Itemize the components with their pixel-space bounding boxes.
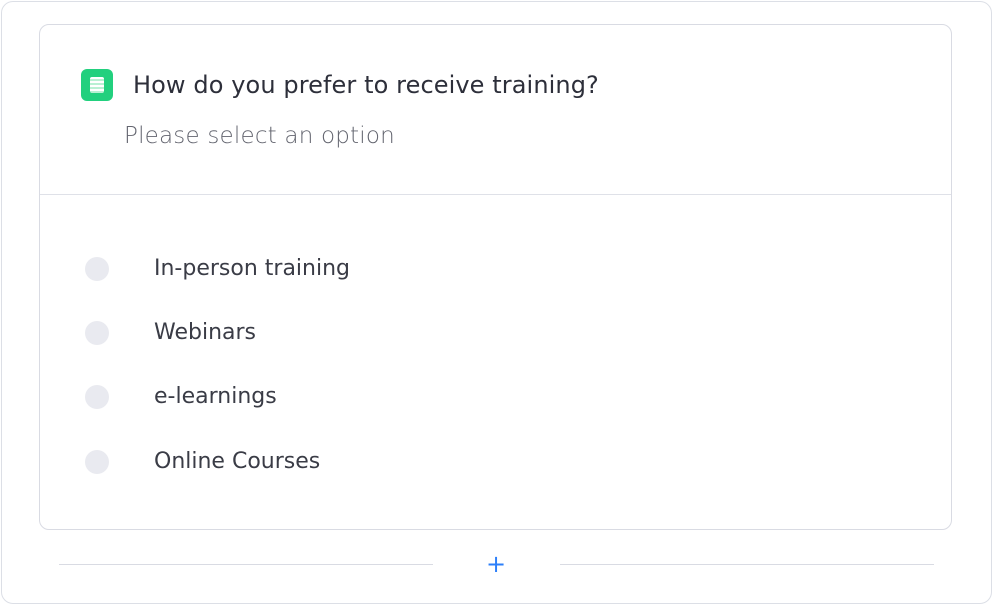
option-e-learnings[interactable]: e-learnings <box>40 375 951 419</box>
question-card[interactable]: How do you prefer to receive training? P… <box>39 24 952 530</box>
radio-button[interactable] <box>85 450 109 474</box>
option-label: Online Courses <box>154 449 321 474</box>
divider-left <box>59 564 433 565</box>
divider-right <box>560 564 934 565</box>
question-header: How do you prefer to receive training? P… <box>40 25 951 195</box>
option-label: In-person training <box>154 256 351 281</box>
option-label: e-learnings <box>154 384 277 409</box>
question-subtitle[interactable]: Please select an option <box>124 119 395 153</box>
option-online-courses[interactable]: Online Courses <box>40 440 951 484</box>
option-in-person-training[interactable]: In-person training <box>40 247 951 291</box>
form-icon <box>81 69 113 101</box>
option-label: Webinars <box>154 320 257 345</box>
option-webinars[interactable]: Webinars <box>40 311 951 355</box>
radio-button[interactable] <box>85 385 109 409</box>
radio-button[interactable] <box>85 257 109 281</box>
question-title[interactable]: How do you prefer to receive training? <box>133 68 599 102</box>
plus-icon[interactable]: + <box>482 550 510 578</box>
radio-button[interactable] <box>85 321 109 345</box>
form-builder-container: How do you prefer to receive training? P… <box>1 1 992 604</box>
form-icon-lines <box>90 77 104 93</box>
